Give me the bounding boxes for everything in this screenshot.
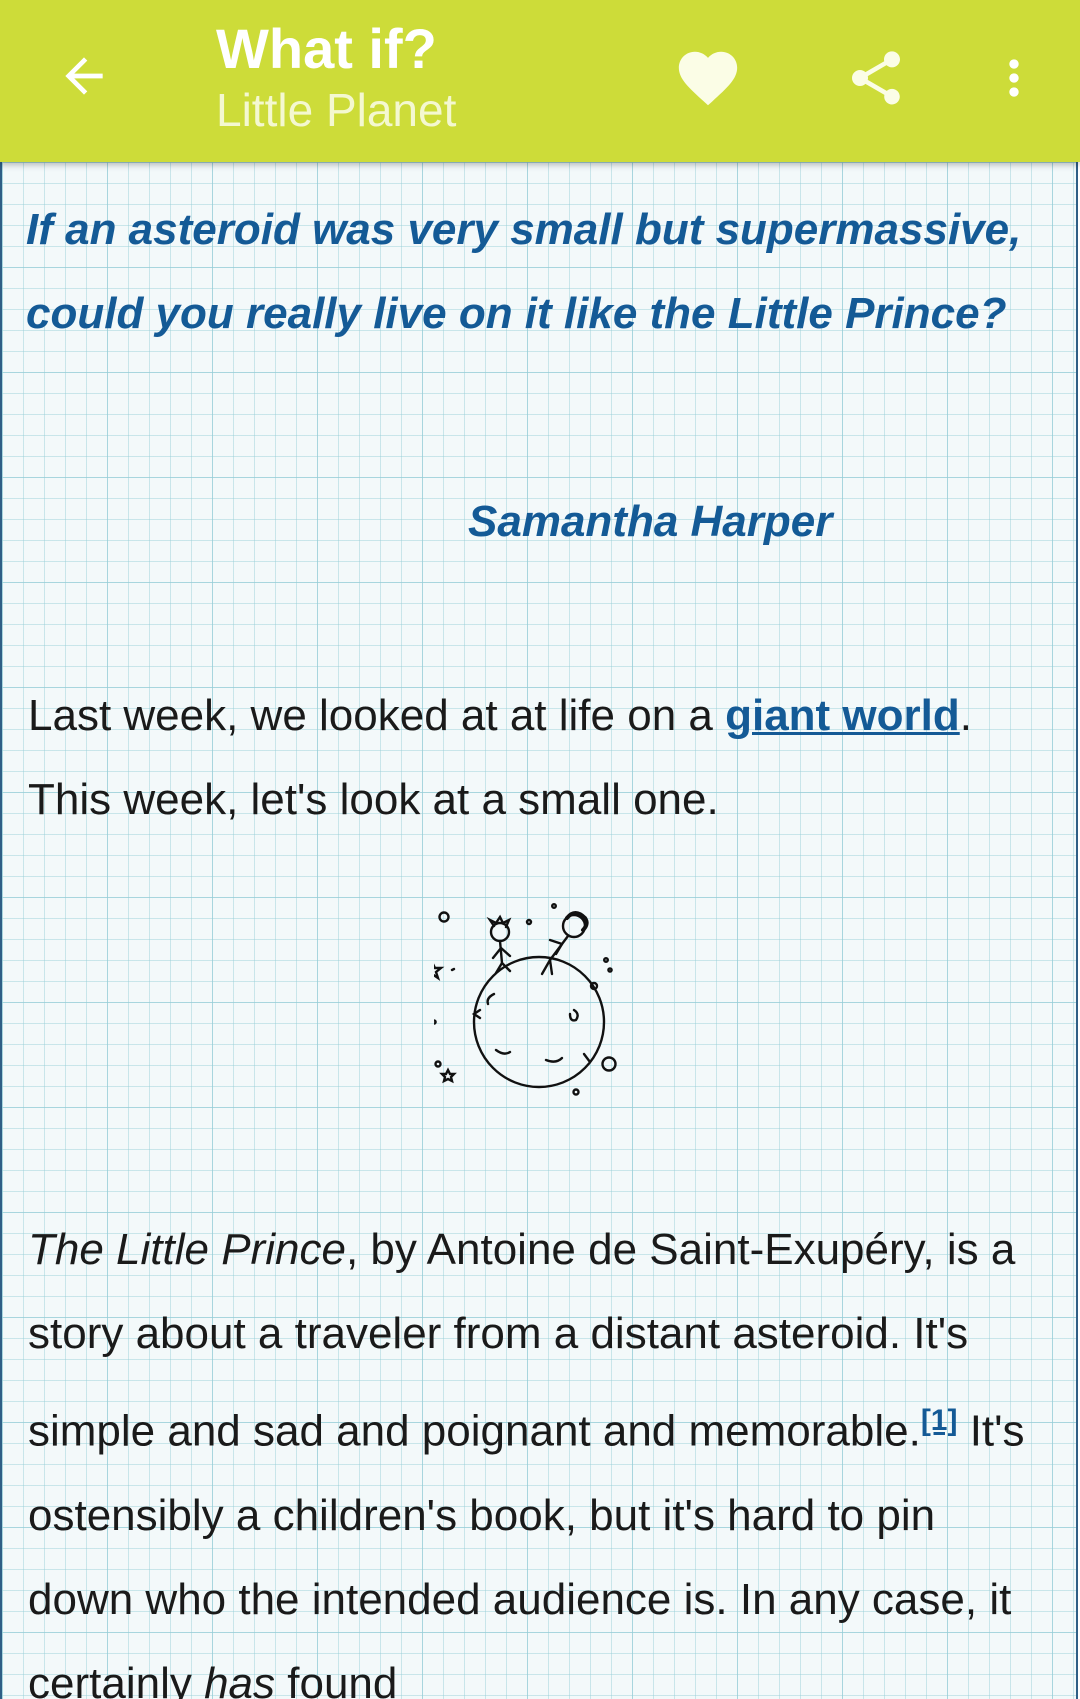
app-bar-titles: What if? Little Planet [216,16,456,138]
question-author: Samantha Harper [468,497,833,546]
emphasis-text: has [204,1658,276,1699]
article-content[interactable]: If an asteroid was very small but superm… [0,162,1078,1699]
body-text-3: found [275,1658,398,1699]
heart-icon [678,51,738,106]
footnote-link[interactable]: [1] [921,1404,958,1437]
app-title: What if? [216,17,437,80]
share-icon [852,51,900,105]
giant-world-link[interactable]: giant world [725,691,960,740]
favorite-button[interactable] [666,36,750,120]
footnote-marker: [1] [921,1397,958,1438]
book-title: The Little Prince [28,1225,346,1274]
little-planet-illustration [434,902,617,1096]
body-paragraph: The Little Prince, by Antoine de Saint-E… [28,1208,1048,1699]
back-button[interactable] [44,36,124,116]
more-options-button[interactable] [972,36,1056,120]
reader-question: If an asteroid was very small but superm… [26,205,1022,338]
intro-paragraph: Last week, we looked at at life on a gia… [28,674,1048,842]
article-title: Little Planet [216,84,457,136]
app-bar: What if? Little Planet [0,0,1080,162]
more-vert-icon [1009,59,1019,97]
intro-text-start: Last week, we looked at at life on a [28,691,726,740]
arrow-back-icon [65,57,103,95]
share-button[interactable] [834,36,918,120]
